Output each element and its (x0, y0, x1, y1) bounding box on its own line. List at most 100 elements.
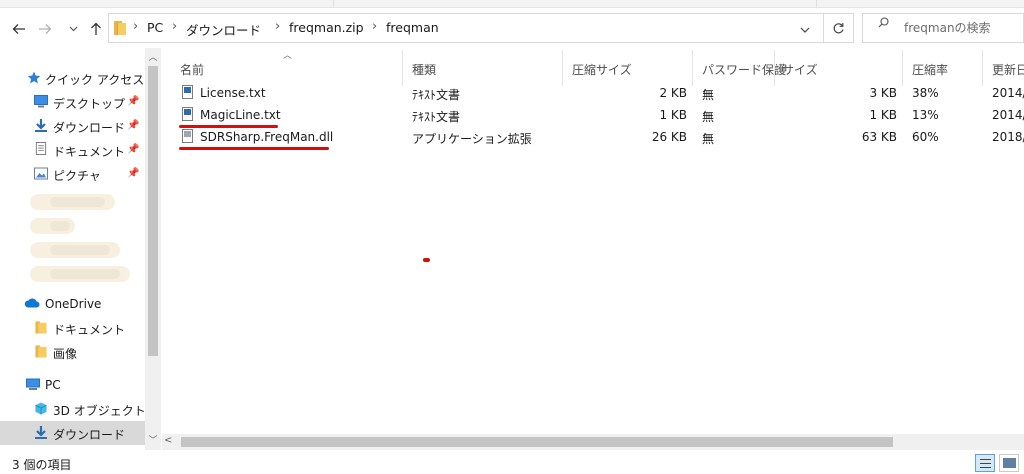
picture-icon (34, 167, 48, 180)
chevron-down-icon (800, 27, 810, 33)
address-bar[interactable]: › PC › ダウンロード › freqman.zip › freqman (108, 13, 854, 43)
file-name[interactable]: MagicLine.txt (200, 108, 281, 122)
nav-item-pc[interactable]: PC (0, 373, 145, 397)
file-size: 63 KB (861, 130, 897, 144)
address-row: › PC › ダウンロード › freqman.zip › freqman fr… (0, 8, 1024, 48)
file-packed-size: 26 KB (651, 130, 687, 144)
column-header-type[interactable]: 種類 (412, 61, 436, 78)
column-divider[interactable] (902, 50, 903, 86)
nav-item-onedrive-documents[interactable]: ドキュメント (0, 316, 145, 340)
pin-icon[interactable]: 📌 (127, 96, 139, 107)
file-type: ﾃｷｽﾄ文書 (412, 88, 461, 102)
column-header-ratio[interactable]: 圧縮率 (912, 61, 948, 78)
pin-icon[interactable]: 📌 (127, 120, 139, 131)
blurred-folder-item (30, 266, 130, 282)
file-password: 無 (702, 110, 715, 124)
nav-item-onedrive[interactable]: OneDrive (0, 292, 145, 316)
breadcrumb-pc[interactable]: PC (147, 20, 163, 35)
nav-item-pc-downloads[interactable]: ダウンロード (0, 421, 145, 445)
column-divider[interactable] (982, 50, 983, 86)
nav-item-downloads[interactable]: ダウンロード 📌 (0, 114, 145, 138)
column-header-packed-size[interactable]: 圧縮サイズ (572, 61, 632, 78)
dll-file-icon (182, 129, 193, 143)
file-name[interactable]: SDRSharp.FreqMan.dll (200, 130, 333, 144)
nav-item-documents[interactable]: ドキュメント 📌 (0, 138, 145, 162)
breadcrumb-separator: › (275, 19, 281, 34)
file-packed-size: 1 KB (659, 108, 687, 122)
up-arrow-icon (91, 22, 101, 35)
column-header-name[interactable]: 名前 (180, 61, 204, 78)
nav-label: PC (45, 378, 61, 392)
nav-label: デスクトップ (53, 97, 126, 111)
pin-icon[interactable]: 📌 (127, 168, 139, 179)
scrollbar-thumb[interactable] (181, 437, 893, 447)
text-file-icon (182, 107, 193, 121)
column-header-size[interactable]: サイズ (782, 61, 818, 78)
chevron-down-icon (69, 26, 77, 32)
breadcrumb-separator: › (133, 19, 139, 34)
details-view-button[interactable] (975, 454, 995, 472)
red-underline-annotation (179, 125, 278, 128)
large-icons-view-icon (1003, 458, 1016, 468)
up-button[interactable] (85, 18, 107, 40)
search-placeholder: freqmanの検索 (904, 21, 991, 35)
refresh-icon (833, 22, 844, 33)
nav-item-pictures[interactable]: ピクチャ 📌 (0, 162, 145, 186)
download-arrow-icon (35, 119, 47, 132)
refresh-button[interactable] (823, 13, 853, 43)
column-divider[interactable] (692, 50, 693, 86)
blurred-folder-item (30, 242, 120, 258)
download-arrow-icon (35, 426, 47, 439)
file-ratio: 60% (912, 130, 939, 144)
folder-icon (35, 345, 47, 358)
nav-item-onedrive-pictures[interactable]: 画像 (0, 340, 145, 364)
ribbon-strip (0, 0, 1024, 8)
breadcrumb-downloads[interactable]: ダウンロード (186, 20, 261, 39)
red-underline-annotation (179, 147, 329, 150)
forward-button[interactable] (34, 18, 56, 40)
scroll-down-icon[interactable]: ﹀ (145, 433, 161, 447)
file-size: 1 KB (869, 108, 897, 122)
folder-icon (35, 321, 47, 334)
recent-locations-button[interactable] (62, 18, 84, 40)
scroll-left-icon[interactable]: < (164, 435, 172, 446)
scroll-up-icon[interactable]: ︿ (145, 50, 161, 64)
file-modified: 2014/ (992, 108, 1024, 122)
scrollbar-thumb[interactable] (148, 66, 158, 356)
text-file-icon (182, 85, 193, 99)
forward-arrow-icon (39, 24, 52, 34)
column-divider[interactable] (562, 50, 563, 86)
column-divider[interactable] (402, 50, 403, 86)
file-ratio: 13% (912, 108, 939, 122)
blurred-folder-item (30, 218, 75, 234)
nav-label: ドキュメント (53, 145, 126, 159)
column-divider[interactable] (774, 50, 775, 86)
file-password: 無 (702, 88, 715, 102)
nav-scrollbar[interactable]: ︿ ﹀ (145, 48, 161, 450)
nav-quick-access[interactable]: クイック アクセス (0, 66, 145, 90)
file-list: ︿ 名前 種類 圧縮サイズ パスワード保護 サイズ 圧縮率 更新日 Licens… (162, 48, 1024, 434)
back-button[interactable] (8, 18, 30, 40)
column-header-modified[interactable]: 更新日 (992, 61, 1024, 78)
sort-ascending-icon: ︿ (283, 51, 293, 61)
file-name[interactable]: License.txt (200, 86, 266, 100)
breadcrumb-separator: › (172, 19, 178, 34)
desktop-icon (34, 95, 48, 108)
pin-icon[interactable]: 📌 (127, 144, 139, 155)
file-packed-size: 2 KB (659, 86, 687, 100)
nav-item-desktop[interactable]: デスクトップ 📌 (0, 90, 145, 114)
breadcrumb-freqman[interactable]: freqman (386, 20, 439, 35)
horizontal-scrollbar[interactable]: < (162, 434, 1024, 450)
address-dropdown-button[interactable] (800, 23, 810, 36)
nav-label: ドキュメント (53, 323, 126, 337)
breadcrumb-zip[interactable]: freqman.zip (289, 20, 364, 35)
computer-icon (26, 378, 40, 390)
nav-item-3d-objects[interactable]: 3D オブジェクト (0, 397, 145, 421)
nav-label: ダウンロード (53, 121, 126, 135)
file-modified: 2018/ (992, 130, 1024, 144)
nav-label: OneDrive (45, 297, 102, 311)
blurred-folder-item (30, 194, 115, 210)
back-arrow-icon (12, 24, 25, 34)
file-ratio: 38% (912, 86, 939, 100)
large-icons-view-button[interactable] (999, 454, 1019, 472)
